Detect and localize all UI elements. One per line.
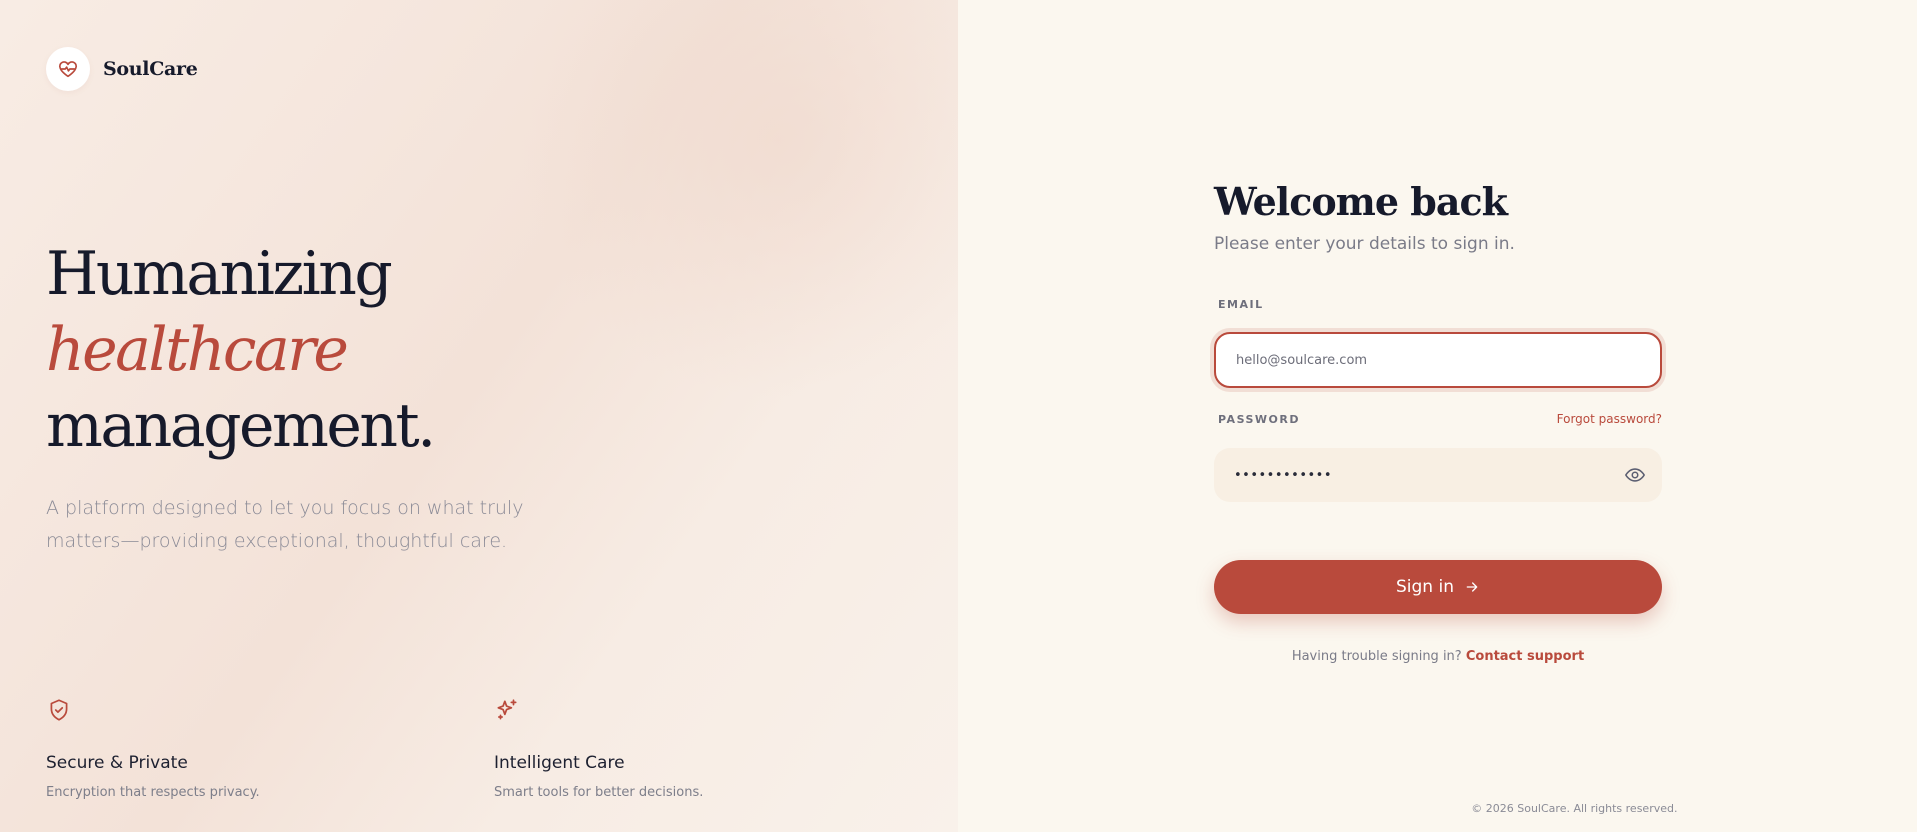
- password-input[interactable]: [1214, 448, 1662, 502]
- password-label-row: PASSWORD Forgot password?: [1214, 412, 1662, 426]
- password-label: PASSWORD: [1218, 412, 1301, 426]
- brand-name: SoulCare: [103, 58, 198, 80]
- forgot-password-link[interactable]: Forgot password?: [1557, 412, 1662, 426]
- eye-icon[interactable]: [1624, 464, 1646, 486]
- email-field: [1214, 332, 1662, 388]
- feature-description: Smart tools for better decisions.: [494, 785, 704, 800]
- signin-label: Sign in: [1396, 577, 1454, 597]
- copyright-wrap: © 2026 SoulCare. All rights reserved.: [958, 802, 1917, 815]
- feature-intelligent: Intelligent Care Smart tools for better …: [494, 697, 703, 800]
- hero-heading: Humanizing healthcare management.: [46, 236, 436, 464]
- email-label: EMAIL: [1218, 298, 1264, 311]
- form-subtitle: Please enter your details to sign in.: [1214, 234, 1515, 254]
- trouble-label: Having trouble signing in?: [1291, 649, 1462, 664]
- arrow-right-icon: [1466, 582, 1478, 592]
- form-title: Welcome back: [1214, 179, 1508, 224]
- password-field: [1214, 448, 1662, 502]
- signin-form: Welcome back Please enter your details t…: [1214, 176, 1662, 664]
- feature-description: Encryption that respects privacy.: [46, 785, 260, 800]
- shield-check-icon: [50, 699, 68, 721]
- copyright: © 2026 SoulCare. All rights reserved.: [1471, 802, 1678, 815]
- hero-panel: SoulCare Humanizing healthcare managemen…: [0, 0, 958, 832]
- hero-line-accent: healthcare: [46, 315, 349, 385]
- trouble-text: Having trouble signing in? Contact suppo…: [1214, 649, 1662, 664]
- feature-secure: Secure & Private Encryption that respect…: [46, 697, 260, 800]
- email-label-row: EMAIL: [1214, 298, 1662, 311]
- hero-line-3: management.: [46, 391, 436, 461]
- heart-pulse-icon: [46, 47, 90, 91]
- sparkles-icon: [497, 699, 517, 720]
- feature-title: Secure & Private: [46, 753, 188, 773]
- brand[interactable]: SoulCare: [46, 47, 198, 91]
- hero-line-1: Humanizing: [46, 239, 393, 309]
- feature-title: Intelligent Care: [494, 753, 625, 773]
- hero-subtitle: A platform designed to let you focus on …: [46, 497, 524, 552]
- email-input[interactable]: [1216, 334, 1660, 386]
- signin-button[interactable]: Sign in: [1214, 560, 1662, 614]
- contact-support-link[interactable]: Contact support: [1466, 649, 1584, 664]
